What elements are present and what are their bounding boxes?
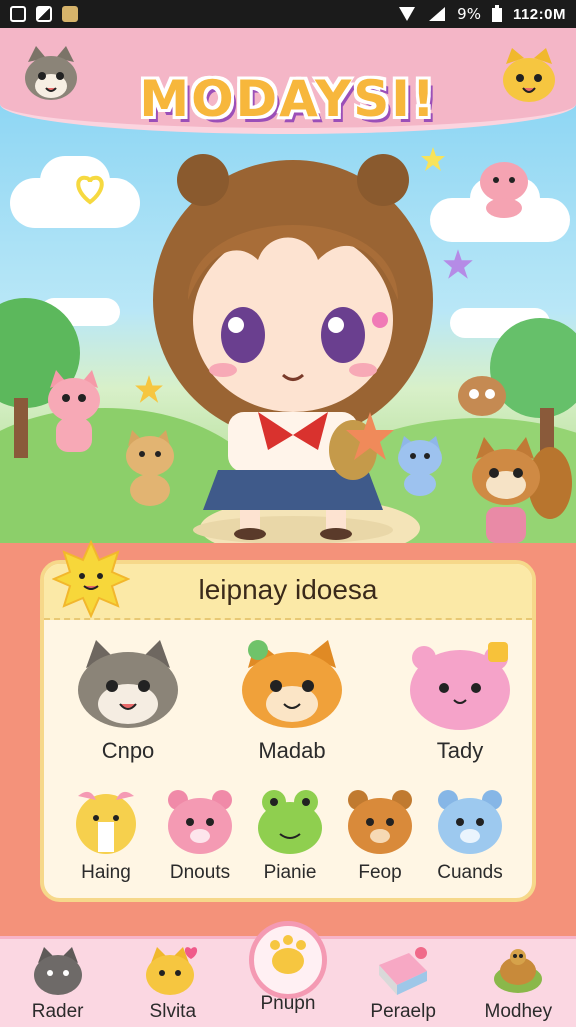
gray-cat-avatar-icon[interactable]	[18, 42, 84, 108]
pink-bear-icon	[168, 790, 232, 854]
pet-option[interactable]: Tady	[400, 634, 520, 764]
pet-label: Pianie	[263, 862, 317, 883]
pet-option[interactable]: Pianie	[250, 786, 330, 884]
pink-pig-character-icon[interactable]	[474, 156, 534, 220]
owl-character-icon[interactable]	[454, 368, 510, 418]
yellow-cat-icon	[145, 947, 197, 995]
paw-icon	[269, 935, 306, 974]
gray-cat-icon	[33, 947, 82, 995]
tree-trunk	[14, 398, 28, 458]
clock: 112:0M	[512, 5, 566, 23]
pink-cat-character-icon[interactable]	[40, 368, 110, 458]
nav-label: Rader	[31, 1001, 84, 1022]
pet-option[interactable]: Cnpo	[68, 634, 188, 764]
pet-label: Cnpo	[101, 738, 155, 763]
sun-icon	[52, 540, 130, 618]
yellow-bunny-icon	[76, 791, 136, 854]
pet-label: Cuands	[437, 862, 503, 883]
book-icon	[379, 947, 428, 995]
status-bar: 9% 112:0M	[0, 0, 576, 28]
pet-label: Haing	[81, 862, 131, 883]
pet-label: Dnouts	[169, 862, 231, 883]
orange-fox-icon	[242, 640, 342, 728]
location-icon	[399, 7, 416, 21]
nav-item-rader[interactable]: Rader	[8, 939, 108, 1023]
battery-icon	[491, 5, 502, 22]
notification-icon	[10, 6, 26, 22]
bottom-navigation: Rader Slvita Pnupn Peraelp Modhey	[0, 921, 576, 1027]
nav-label: Modhey	[484, 1001, 553, 1022]
image-icon	[36, 6, 52, 22]
nav-item-modhey[interactable]: Modhey	[468, 939, 568, 1023]
status-bar-notifications	[10, 6, 78, 22]
signal-icon	[429, 7, 446, 21]
pet-option[interactable]: Dnouts	[160, 786, 240, 884]
gray-cat-icon	[78, 640, 178, 728]
heart-icon	[76, 175, 104, 205]
pet-option[interactable]: Madab	[232, 634, 352, 764]
status-bar-system: 9% 112:0M	[397, 5, 566, 23]
nav-item-pnupn[interactable]: Pnupn	[238, 921, 338, 1014]
app-notification-icon	[62, 6, 78, 22]
blue-bear-icon	[438, 790, 502, 854]
pet-option[interactable]: Feop	[340, 786, 420, 884]
player-character-girl[interactable]	[148, 150, 438, 543]
pet-selection-panel: leipnay idoesa Cnpo Madab Tady Haing Dno…	[40, 540, 536, 902]
star-icon	[443, 249, 473, 279]
squirrel-character-icon[interactable]	[462, 433, 572, 543]
battery-percent: 9%	[457, 5, 481, 23]
turtle-icon	[494, 949, 543, 993]
game-scene: MODAYSI!	[0, 28, 576, 543]
nav-label: Slvita	[149, 1001, 197, 1022]
brown-bear-icon	[348, 790, 412, 854]
nav-label: Pnupn	[260, 993, 316, 1014]
nav-item-peraelp[interactable]: Peraelp	[353, 939, 453, 1023]
pink-blob-icon	[410, 642, 510, 730]
pet-label: Feop	[358, 862, 402, 883]
game-title: MODAYSI!	[139, 70, 437, 128]
pet-label: Madab	[258, 738, 326, 763]
nav-label: Peraelp	[370, 1001, 436, 1022]
yellow-cat-avatar-icon[interactable]	[496, 42, 562, 108]
pet-option[interactable]: Cuands	[430, 786, 510, 884]
green-frog-icon	[258, 790, 322, 854]
nav-item-slvita[interactable]: Slvita	[123, 939, 223, 1023]
pet-label: Tady	[436, 738, 484, 763]
pet-option[interactable]: Haing	[66, 786, 146, 884]
